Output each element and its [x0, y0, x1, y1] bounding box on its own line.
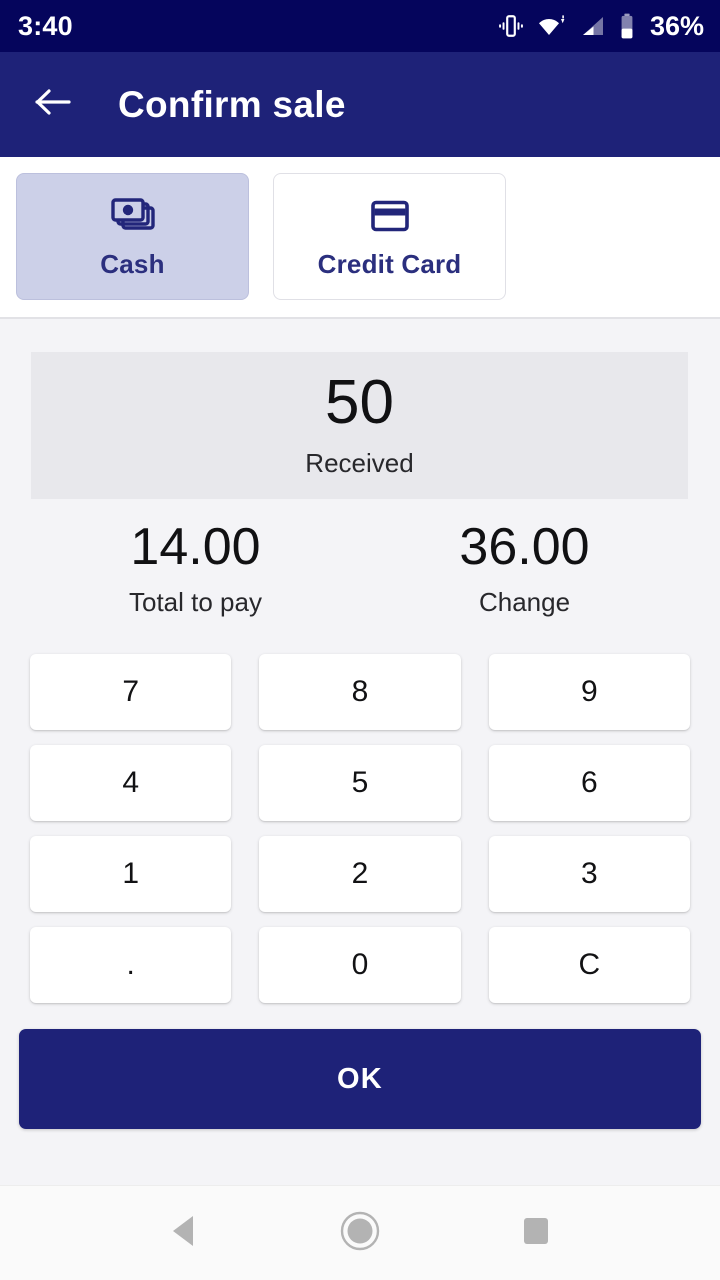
page-title: Confirm sale: [118, 83, 346, 125]
payment-method-credit-card[interactable]: Credit Card: [273, 173, 506, 300]
received-label: Received: [305, 448, 414, 478]
status-clock: 3:40: [18, 10, 73, 41]
confirm-button-wrapper: OK: [19, 1029, 701, 1129]
totals-row: 14.00 Total to pay 36.00 Change: [31, 521, 689, 618]
received-display[interactable]: 50 Received: [31, 352, 688, 499]
numeric-keypad: 7 8 9 4 5 6 1 2 3 . 0 C: [30, 654, 690, 1003]
vibrate-icon: [498, 13, 524, 39]
nav-home-button[interactable]: [328, 1201, 392, 1265]
key-0[interactable]: 0: [259, 927, 461, 1003]
payment-method-credit-card-label: Credit Card: [317, 248, 462, 279]
payment-method-cash-label: Cash: [100, 248, 165, 279]
status-bar: 3:40 36%: [0, 0, 720, 52]
status-icons: 36%: [498, 10, 704, 41]
battery-percent-label: 36%: [649, 10, 704, 41]
key-5[interactable]: 5: [259, 745, 461, 821]
total-to-pay: 14.00 Total to pay: [31, 521, 360, 618]
key-clear[interactable]: C: [488, 927, 690, 1003]
key-8[interactable]: 8: [259, 654, 461, 730]
key-2[interactable]: 2: [259, 836, 461, 912]
cellular-signal-icon: [580, 14, 606, 38]
arrow-left-icon: [34, 85, 74, 124]
key-9[interactable]: 9: [488, 654, 690, 730]
home-circle-icon: [338, 1209, 382, 1258]
change-value: 36.00: [459, 518, 590, 576]
change-amount: 36.00 Change: [360, 521, 689, 618]
app-bar: Confirm sale: [0, 52, 720, 157]
nav-recents-button[interactable]: [504, 1201, 568, 1265]
received-value: 50: [325, 368, 394, 437]
key-1[interactable]: 1: [30, 836, 232, 912]
payment-method-cash[interactable]: Cash: [16, 173, 249, 300]
ok-button[interactable]: OK: [19, 1029, 701, 1129]
key-6[interactable]: 6: [488, 745, 690, 821]
content-area: 50 Received 14.00 Total to pay 36.00 Cha…: [0, 319, 720, 1185]
nav-back-button[interactable]: [152, 1201, 216, 1265]
wifi-icon: [537, 14, 567, 38]
android-navigation-bar: [0, 1185, 720, 1280]
back-button[interactable]: [34, 85, 74, 125]
payment-method-tabs: Cash Credit Card: [0, 157, 720, 319]
banknotes-icon: [109, 194, 157, 238]
key-7[interactable]: 7: [30, 654, 232, 730]
credit-card-icon: [368, 194, 412, 238]
key-4[interactable]: 4: [30, 745, 232, 821]
back-triangle-icon: [167, 1213, 201, 1254]
battery-icon: [619, 13, 635, 39]
recents-square-icon: [520, 1215, 552, 1252]
key-3[interactable]: 3: [488, 836, 690, 912]
total-to-pay-label: Total to pay: [129, 587, 262, 617]
total-to-pay-value: 14.00: [130, 518, 261, 576]
key-decimal[interactable]: .: [30, 927, 232, 1003]
phone-screen: 3:40 36% Confirm sale Cash Credit Card 5…: [0, 0, 720, 1280]
change-label: Change: [478, 587, 571, 617]
